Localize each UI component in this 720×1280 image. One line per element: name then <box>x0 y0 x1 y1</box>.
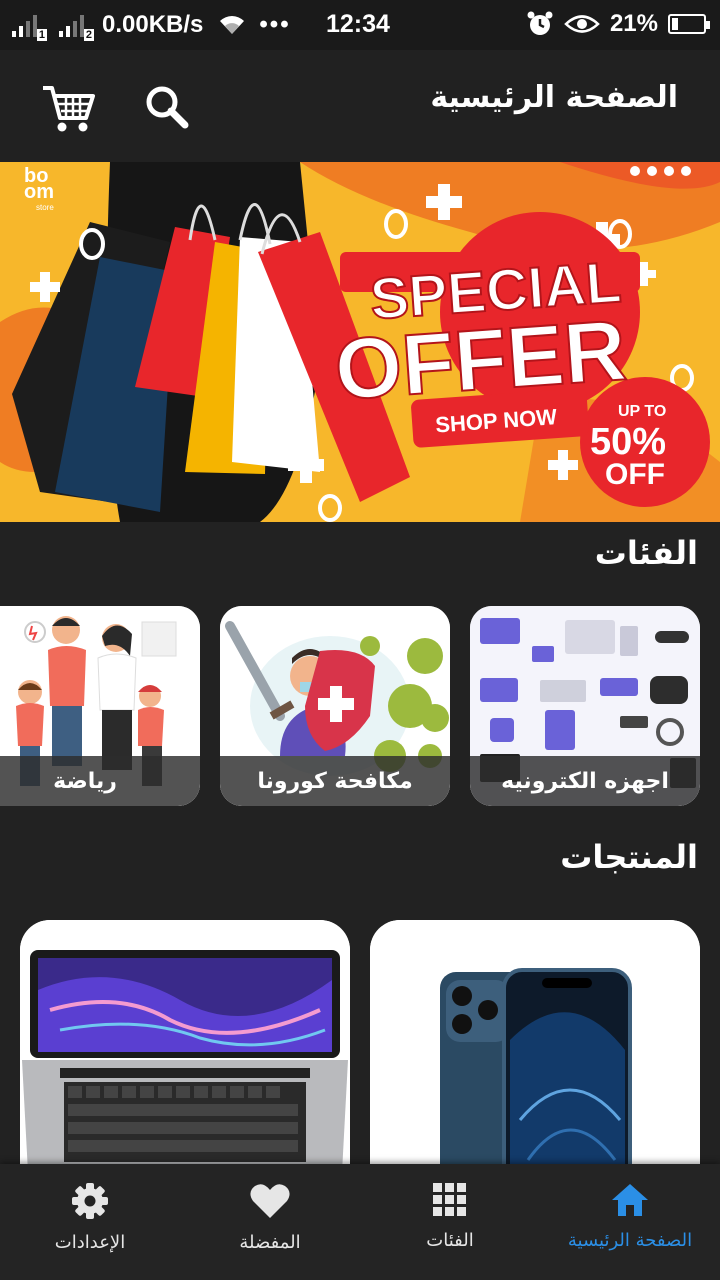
page-title: الصفحة الرئيسية <box>430 80 678 115</box>
badge-up-to: UP TO <box>618 403 666 420</box>
banner-graphic: bo om store SPECIAL OFFER SHOP NOW UP TO… <box>0 162 720 522</box>
category-label: اجهزه الكترونيه <box>470 756 700 806</box>
app-bar: الصفحة الرئيسية <box>0 50 720 162</box>
categories-title: الفئات <box>594 534 698 572</box>
signal-1-icon: 1 <box>12 13 47 41</box>
status-bar: 1 2 0.00KB/s ••• 12:34 2 1% <box>0 0 720 50</box>
more-notifications: ••• <box>259 11 291 38</box>
nav-item-home[interactable]: الصفحة الرئيسية <box>552 1164 708 1280</box>
sim2-label: 2 <box>83 29 94 41</box>
nav-item-settings[interactable]: الإعدادات <box>35 1164 145 1280</box>
products-title: المنتجات <box>560 838 698 876</box>
nav-item-favorites[interactable]: المفضلة <box>215 1164 325 1280</box>
sim1-label: 1 <box>36 29 47 41</box>
battery-percent: 21% <box>609 10 658 37</box>
nav-label-home: الصفحة الرئيسية <box>567 1230 693 1251</box>
brand-logo-sub: store <box>36 203 54 212</box>
heart-icon <box>250 1184 290 1218</box>
nav-label-favorites: المفضلة <box>239 1232 301 1253</box>
badge-percent: 50% <box>590 421 666 463</box>
nav-label-categories: الفئات <box>426 1230 474 1251</box>
nav-label-settings: الإعدادات <box>54 1232 126 1253</box>
clock: 12:34 <box>326 10 390 38</box>
badge-off: OFF <box>605 458 665 491</box>
battery-icon <box>668 14 710 34</box>
status-right: 21% <box>526 10 710 38</box>
screen: 1 2 0.00KB/s ••• 12:34 2 1% الصفحة الرئيس… <box>0 0 720 1280</box>
category-label: مكافحة كورونا <box>220 756 450 806</box>
status-left: 1 2 0.00KB/s ••• <box>12 11 291 41</box>
eye-icon <box>564 15 600 33</box>
gear-icon <box>72 1183 108 1219</box>
nav-item-categories[interactable]: الفئات <box>395 1164 505 1280</box>
home-icon <box>612 1184 648 1216</box>
category-label: رياضة <box>0 756 200 806</box>
alarm-icon <box>527 11 553 35</box>
category-card-sports[interactable]: رياضة <box>0 606 200 806</box>
network-speed: 0.00KB/s <box>102 11 204 38</box>
bottom-navigation: الصفحة الرئيسية الفئات المفضلة الإعدادات <box>0 1164 720 1280</box>
brand-logo-bottom: om <box>24 181 54 203</box>
search-icon[interactable] <box>140 80 196 136</box>
wifi-icon <box>220 16 245 34</box>
category-card-electronics[interactable]: اجهزه الكترونيه <box>470 606 700 806</box>
promo-banner[interactable]: bo om store SPECIAL OFFER SHOP NOW UP TO… <box>0 162 720 522</box>
grid-icon <box>433 1183 466 1216</box>
cart-icon[interactable] <box>40 80 96 136</box>
category-card-corona[interactable]: مكافحة كورونا <box>220 606 450 806</box>
signal-2-icon: 2 <box>59 13 94 41</box>
